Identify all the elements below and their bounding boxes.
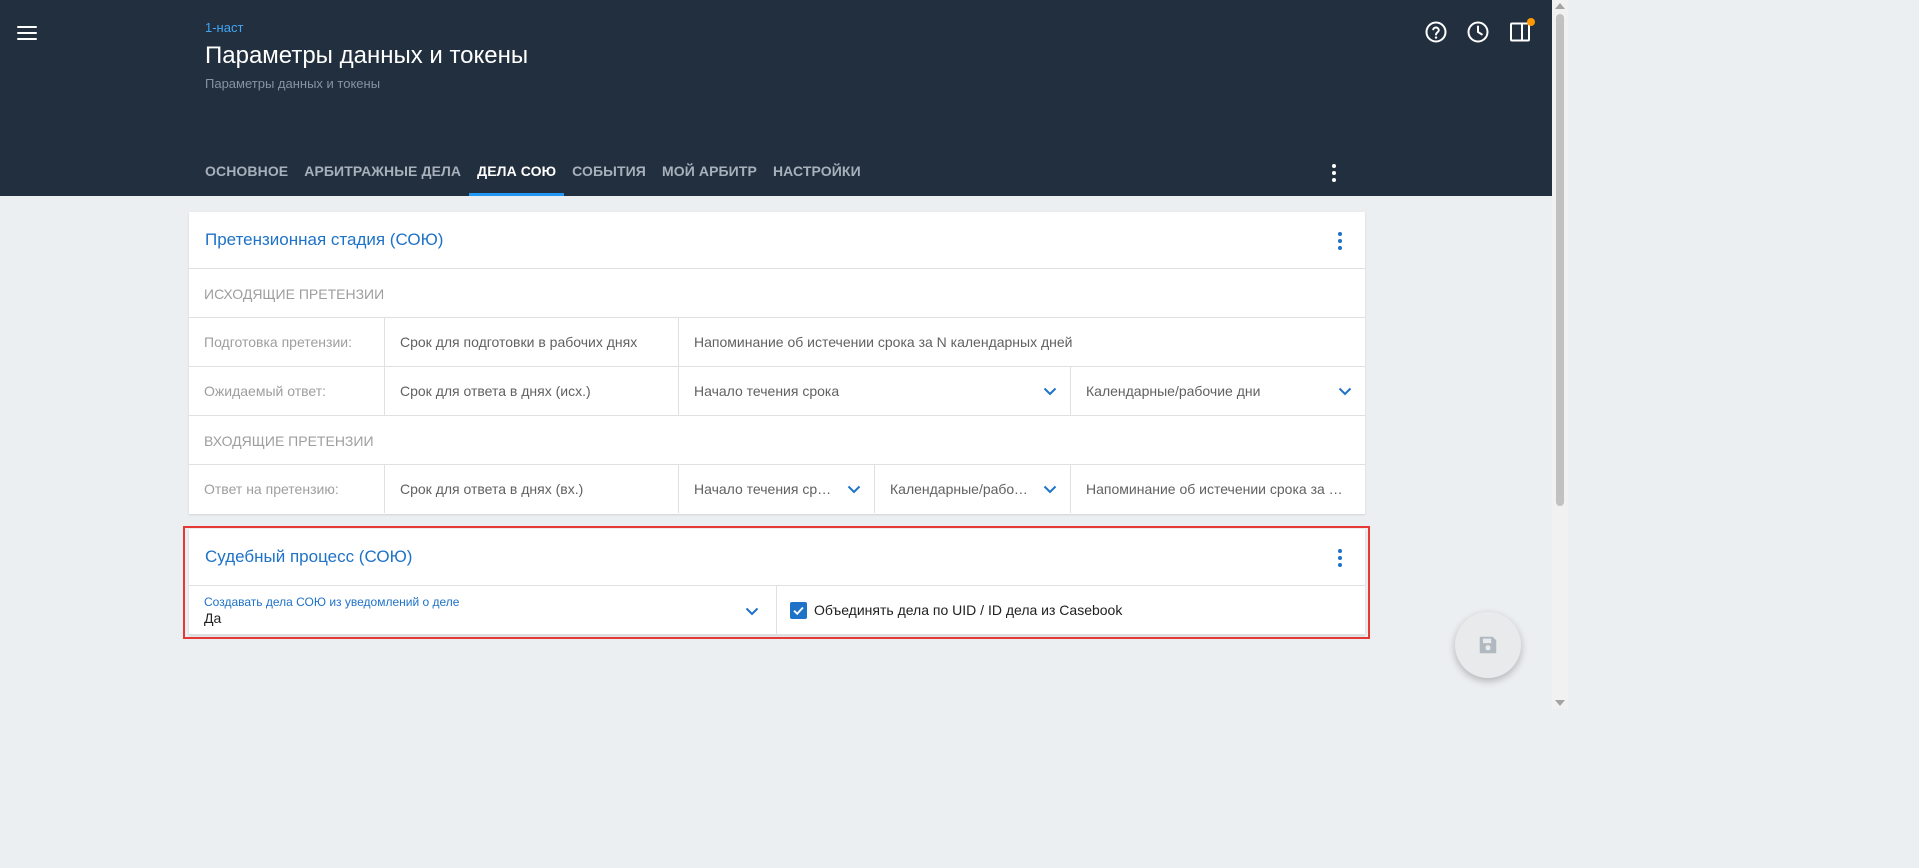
field-value: Да	[204, 610, 222, 626]
merge-cases-option: Объединять дела по UID / ID дела из Case…	[777, 586, 1365, 635]
card-header: Судебный процесс (СОЮ)	[189, 529, 1365, 586]
select-value: Начало течения срока	[694, 481, 840, 497]
create-cases-select[interactable]: Создавать дела СОЮ из уведомлений о деле…	[189, 586, 777, 635]
answer-start-select[interactable]: Начало течения срока	[679, 465, 875, 513]
select-value: Календарные/рабочие дни	[890, 481, 1065, 497]
tab-main[interactable]: ОСНОВНОЕ	[197, 148, 296, 196]
select-value: Начало течения срока	[694, 383, 840, 399]
card-title: Судебный процесс (СОЮ)	[205, 547, 413, 566]
app-header: 1-наст Параметры данных и токены Парамет…	[0, 0, 1552, 196]
page-title: Параметры данных и токены	[205, 42, 529, 69]
scroll-up-arrow-icon[interactable]	[1555, 3, 1565, 9]
page-subtitle: Параметры данных и токены	[205, 76, 381, 91]
chevron-down-icon	[1042, 383, 1058, 399]
vertical-scrollbar[interactable]	[1552, 0, 1568, 709]
section-outgoing-claims: ИСХОДЯЩИЕ ПРЕТЕНЗИИ	[189, 269, 1365, 318]
checkmark-icon	[793, 606, 804, 615]
expected-days-select[interactable]: Календарные/рабочие дни	[1071, 367, 1365, 415]
chevron-down-icon	[1337, 383, 1353, 399]
tab-events[interactable]: СОБЫТИЯ	[564, 148, 654, 196]
row-label: Подготовка претензии:	[189, 318, 385, 366]
tab-bar: ОСНОВНОЕ АРБИТРАЖНЫЕ ДЕЛА ДЕЛА СОЮ СОБЫТ…	[197, 148, 869, 196]
save-button[interactable]	[1455, 612, 1521, 678]
claims-stage-card: Претензионная стадия (СОЮ) ИСХОДЯЩИЕ ПРЕ…	[189, 212, 1365, 514]
table-row: Ожидаемый ответ: Срок для ответа в днях …	[189, 367, 1365, 416]
expected-deadline-input[interactable]: Срок для ответа в днях (исх.)	[385, 367, 679, 415]
save-icon	[1479, 636, 1497, 654]
card-more-icon[interactable]	[1328, 546, 1352, 570]
select-value: Календарные/рабочие дни	[1086, 383, 1261, 399]
header-actions	[1424, 18, 1535, 44]
panel-notification-icon[interactable]	[1508, 18, 1535, 44]
tab-general-court-cases[interactable]: ДЕЛА СОЮ	[469, 148, 565, 196]
scroll-down-arrow-icon[interactable]	[1555, 700, 1565, 706]
history-clock-icon[interactable]	[1466, 20, 1490, 44]
hamburger-menu-icon[interactable]	[14, 20, 40, 46]
breadcrumb[interactable]: 1-наст	[205, 20, 243, 35]
prep-reminder-input[interactable]: Напоминание об истечении срока за N кале…	[679, 318, 1365, 366]
card-more-icon[interactable]	[1328, 229, 1352, 253]
prep-deadline-input[interactable]: Срок для подготовки в рабочих днях	[385, 318, 679, 366]
expected-start-select[interactable]: Начало течения срока	[679, 367, 1071, 415]
answer-days-select[interactable]: Календарные/рабочие дни	[875, 465, 1071, 513]
merge-cases-checkbox[interactable]	[790, 601, 807, 619]
court-settings-row: Создавать дела СОЮ из уведомлений о деле…	[189, 586, 1365, 635]
card-header: Претензионная стадия (СОЮ)	[189, 212, 1365, 269]
card-title: Претензионная стадия (СОЮ)	[205, 230, 444, 249]
notification-dot	[1527, 18, 1535, 26]
tab-settings[interactable]: НАСТРОЙКИ	[765, 148, 869, 196]
answer-deadline-input[interactable]: Срок для ответа в днях (вх.)	[385, 465, 679, 513]
header-more-icon[interactable]	[1322, 161, 1346, 185]
tab-my-arbiter[interactable]: МОЙ АРБИТР	[654, 148, 765, 196]
field-label: Создавать дела СОЮ из уведомлений о деле	[204, 595, 460, 609]
table-row: Подготовка претензии: Срок для подготовк…	[189, 318, 1365, 367]
scrollbar-thumb[interactable]	[1556, 14, 1564, 506]
help-circle-icon[interactable]	[1424, 20, 1448, 44]
row-label: Ожидаемый ответ:	[189, 367, 385, 415]
checkbox-label[interactable]: Объединять дела по UID / ID дела из Case…	[814, 602, 1122, 618]
section-incoming-claims: ВХОДЯЩИЕ ПРЕТЕНЗИИ	[189, 416, 1365, 465]
chevron-down-icon	[846, 481, 862, 497]
tab-arbitration-cases[interactable]: АРБИТРАЖНЫЕ ДЕЛА	[296, 148, 469, 196]
chevron-down-icon	[1042, 481, 1058, 497]
court-process-card: Судебный процесс (СОЮ) Создавать дела СО…	[189, 529, 1365, 635]
table-row: Ответ на претензию: Срок для ответа в дн…	[189, 465, 1365, 514]
answer-reminder-input[interactable]: Напоминание об истечении срока за N кале…	[1071, 465, 1365, 513]
row-label: Ответ на претензию:	[189, 465, 385, 513]
chevron-down-icon	[744, 603, 760, 619]
